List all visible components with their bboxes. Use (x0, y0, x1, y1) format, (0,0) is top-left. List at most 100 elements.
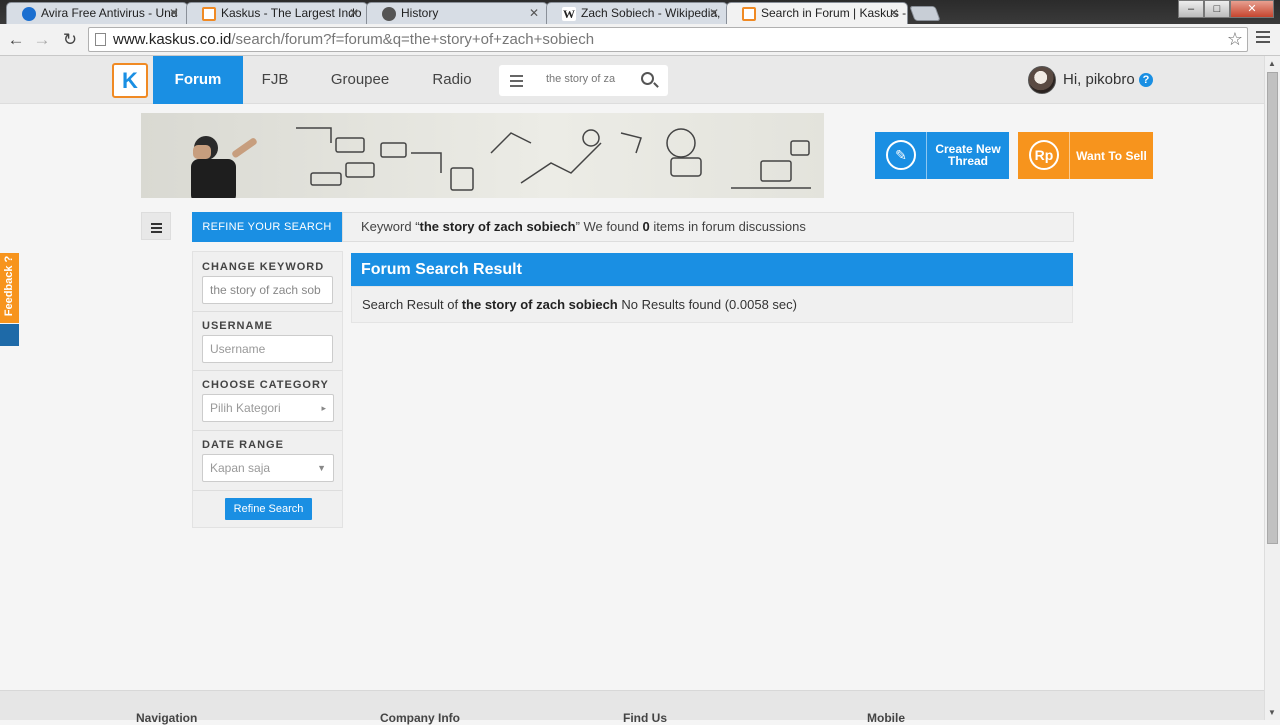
keyword-prefix: Keyword “ (361, 219, 420, 234)
nav-groupee[interactable]: Groupee (320, 56, 400, 104)
promo-banner[interactable] (141, 113, 824, 198)
site-header: K Forum FJB Groupee Radio the story of z… (0, 56, 1264, 104)
create-thread-button[interactable]: ✎ Create New Thread (875, 132, 1009, 179)
nav-forum[interactable]: Forum (153, 56, 243, 104)
page-scrollbar[interactable]: ▲ ▼ (1264, 56, 1280, 720)
search-menu-icon[interactable] (510, 75, 523, 90)
pencil-icon-wrap: ✎ (875, 132, 927, 179)
kaskus-logo[interactable]: K (112, 63, 148, 98)
address-bar[interactable]: www.kaskus.co.id/search/forum?f=forum&q=… (88, 27, 1248, 52)
footer-heading-mobile: Mobile (867, 711, 905, 725)
feedback-tab[interactable]: Feedback ? (0, 253, 19, 323)
refine-sidebar: CHANGE KEYWORD the story of zach sob USE… (192, 251, 343, 528)
wikipedia-icon: W (562, 7, 576, 21)
browser-tab-wikipedia[interactable]: W Zach Sobiech - Wikipedia, ✕ (546, 2, 728, 24)
minimize-button[interactable]: – (1178, 0, 1204, 18)
keyword-summary: Keyword “the story of zach sobiech” We f… (342, 212, 1074, 242)
change-keyword-label: CHANGE KEYWORD (202, 261, 325, 273)
want-to-sell-button[interactable]: Rp Want To Sell (1018, 132, 1153, 179)
keyword-field[interactable]: the story of zach sob (202, 276, 333, 304)
url-host: www.kaskus.co.id (113, 31, 232, 48)
tab-title: Search in Forum | Kaskus - (761, 6, 907, 20)
chrome-menu-icon[interactable] (1256, 31, 1270, 46)
date-range-group: DATE RANGE Kapan saja ▼ (193, 431, 342, 491)
username-field[interactable]: Username (202, 335, 333, 363)
header-search-input[interactable]: the story of za (546, 73, 618, 85)
tab-title: History (401, 6, 439, 20)
result-suffix: No Results found (0.0058 sec) (617, 297, 797, 312)
window-controls: – □ ✕ (1178, 0, 1274, 18)
category-placeholder: Pilih Kategori (210, 401, 281, 415)
close-tab-icon[interactable]: ✕ (529, 6, 539, 20)
browser-toolbar: ← → ↻ www.kaskus.co.id/search/forum?f=fo… (0, 24, 1280, 56)
username-group: USERNAME Username (193, 312, 342, 371)
scroll-up-arrow-icon[interactable]: ▲ (1268, 59, 1276, 68)
username-label: USERNAME (202, 320, 273, 332)
category-group: CHOOSE CATEGORY Pilih Kategori ▸ (193, 371, 342, 431)
close-tab-icon[interactable]: ✕ (349, 6, 359, 20)
chevron-down-icon: ▼ (317, 463, 326, 473)
refine-search-button[interactable]: Refine Search (225, 498, 312, 520)
tab-title: Avira Free Antivirus - Und (41, 6, 178, 20)
result-title: Forum Search Result (351, 253, 1073, 286)
browser-tab-strip: Avira Free Antivirus - Und ✕ Kaskus - Th… (0, 0, 1280, 24)
chevron-right-icon: ▸ (321, 403, 326, 413)
rupiah-icon-wrap: Rp (1018, 132, 1070, 179)
page-icon (95, 33, 106, 46)
browser-tab-kaskus-home[interactable]: Kaskus - The Largest Indo ✕ (186, 2, 368, 24)
user-greeting[interactable]: Hi, pikobro (1063, 71, 1135, 88)
close-tab-icon[interactable]: ✕ (709, 6, 719, 20)
browser-tab-search-forum[interactable]: Search in Forum | Kaskus - ✕ (726, 2, 908, 24)
new-tab-button[interactable] (909, 6, 941, 21)
nav-radio[interactable]: Radio (422, 56, 482, 104)
choose-category-label: CHOOSE CATEGORY (202, 379, 329, 391)
date-range-value: Kapan saja (210, 461, 271, 475)
avatar[interactable] (1028, 66, 1056, 94)
keyword-suffix: items in forum discussions (649, 219, 806, 234)
result-query: the story of zach sobiech (461, 297, 618, 312)
refine-search-tab[interactable]: REFINE YOUR SEARCH (192, 212, 342, 242)
keyword-term: the story of zach sobiech (419, 219, 576, 234)
category-select[interactable]: Pilih Kategori ▸ (202, 394, 334, 422)
pencil-icon: ✎ (886, 140, 916, 170)
help-icon[interactable]: ? (1139, 73, 1153, 87)
url-path: /search/forum?f=forum&q=the+story+of+zac… (231, 31, 595, 48)
change-keyword-group: CHANGE KEYWORD the story of zach sob (193, 252, 342, 312)
maximize-button[interactable]: □ (1204, 0, 1230, 18)
footer-heading-company: Company Info (380, 711, 460, 725)
kaskus-favicon-icon (202, 7, 216, 21)
rupiah-icon: Rp (1029, 140, 1059, 170)
browser-tab-avira[interactable]: Avira Free Antivirus - Und ✕ (6, 2, 188, 24)
footer-heading-find-us: Find Us (623, 711, 667, 725)
scroll-down-arrow-icon[interactable]: ▼ (1268, 708, 1276, 717)
close-tab-icon[interactable]: ✕ (169, 6, 179, 20)
scrollbar-thumb[interactable] (1267, 72, 1278, 544)
tab-title: Zach Sobiech - Wikipedia, (581, 6, 721, 20)
clock-icon (382, 7, 396, 21)
reload-icon[interactable]: ↻ (60, 30, 80, 50)
feedback-label: Feedback ? (3, 255, 15, 317)
close-tab-icon[interactable]: ✕ (889, 6, 899, 20)
date-range-select[interactable]: Kapan saja ▼ (202, 454, 334, 482)
keyword-mid: ” We found (575, 219, 643, 234)
browser-tab-history[interactable]: History ✕ (366, 2, 548, 24)
footer-heading-navigation: Navigation (136, 711, 198, 725)
feedback-gift-icon[interactable] (0, 324, 19, 346)
result-prefix: Search Result of (362, 297, 462, 312)
avira-favicon-icon (22, 7, 36, 21)
sidebar-toggle-icon[interactable] (141, 212, 171, 240)
date-range-label: DATE RANGE (202, 439, 284, 451)
close-window-button[interactable]: ✕ (1230, 0, 1274, 18)
nav-fjb[interactable]: FJB (250, 56, 300, 104)
kaskus-favicon-icon (742, 7, 756, 21)
doodle-illustration (296, 127, 811, 191)
header-search-box: the story of za (499, 65, 668, 96)
result-count: 0 (642, 219, 650, 234)
bookmark-star-icon[interactable]: ☆ (1227, 28, 1243, 51)
tab-title: Kaskus - The Largest Indo (221, 6, 362, 20)
search-icon[interactable] (641, 72, 654, 85)
site-footer: Navigation Company Info Find Us Mobile (0, 690, 1264, 725)
result-message: Search Result of the story of zach sobie… (351, 286, 1073, 323)
forward-arrow-icon[interactable]: → (32, 30, 52, 50)
back-arrow-icon[interactable]: ← (6, 30, 26, 50)
